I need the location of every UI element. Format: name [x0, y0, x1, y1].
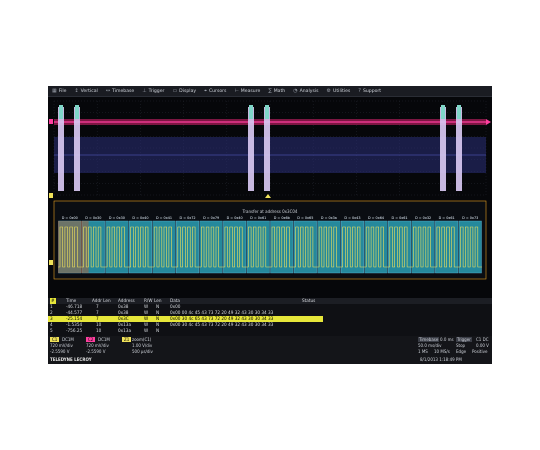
- display-icon: ▭: [172, 88, 178, 94]
- menu-bar: ▦ File ↕ Vertical ↔ Timebase ⊥ Trigger ▭ Disp…: [48, 86, 492, 97]
- decode-segment-label: D = 0x41: [156, 216, 172, 220]
- trigger-icon: ⊥: [142, 88, 147, 94]
- timebase-icon: ↔: [105, 88, 111, 94]
- status-bar: C1 DC1M 720 mV/div -2.5590 V C2 DC1M 720…: [48, 336, 492, 364]
- zoom-label[interactable]: Z1: [122, 337, 132, 342]
- transfer-burst: [264, 107, 270, 191]
- decode-segment-label: D = 0x65: [297, 216, 313, 220]
- waveform-display[interactable]: Transfer at address 0x3C04 D = 0x00 D = 0…: [48, 97, 492, 298]
- menu-file[interactable]: ▦ File: [48, 88, 70, 94]
- transfer-burst: [74, 107, 80, 191]
- decode-segment-label: D = 0x73: [462, 216, 478, 220]
- utilities-icon: ⚙: [326, 88, 331, 94]
- decode-segment-label: D = 0x61: [392, 216, 408, 220]
- ch2-label[interactable]: C2: [86, 337, 96, 342]
- decode-segment-label: D = 0x32: [415, 216, 431, 220]
- burst-cap: [441, 105, 445, 119]
- math-icon: ∑: [268, 88, 272, 94]
- transfer-burst: [440, 107, 446, 191]
- decode-table: # Time Addr Len Address R/W Len Data Sta…: [48, 298, 492, 336]
- waveform-canvas: Transfer at address 0x3C04 D = 0x00 D = 0…: [48, 97, 492, 298]
- table-row[interactable]: 5 -756.25 10 0x13a W N: [48, 328, 492, 334]
- decode-segment-label: D = 0x40: [227, 216, 243, 220]
- oscilloscope-window: ▦ File ↕ Vertical ↔ Timebase ⊥ Trigger ▭ Disp…: [48, 86, 492, 364]
- decode-segment-label: D = 0x72: [180, 216, 196, 220]
- decode-segment-label: D = 0x00: [62, 216, 78, 220]
- burst-cap: [457, 105, 461, 119]
- measure-icon: ⊢: [234, 88, 239, 94]
- burst-cap: [265, 105, 269, 119]
- menu-measure[interactable]: ⊢ Measure: [230, 88, 264, 94]
- decode-segment-label: D = 0x40: [132, 216, 148, 220]
- menu-vertical[interactable]: ↕ Vertical: [70, 88, 101, 94]
- decode-banner: Transfer at address 0x3C04: [242, 209, 298, 214]
- file-icon: ▦: [52, 88, 57, 94]
- menu-utilities[interactable]: ⚙ Utilities: [323, 88, 355, 94]
- burst-cap: [75, 105, 79, 119]
- ch1-marker-top[interactable]: [49, 193, 53, 198]
- cursors-icon: ⌖: [204, 88, 207, 94]
- menu-support[interactable]: ? Support: [354, 88, 385, 94]
- decode-segment-label: D = 0x79: [203, 216, 219, 220]
- menu-timebase[interactable]: ↔ Timebase: [102, 88, 138, 94]
- menu-display[interactable]: ▭ Display: [168, 88, 200, 94]
- decode-segment-label: D = 0x61: [250, 216, 266, 220]
- menu-analysis[interactable]: ◔ Analysis: [289, 88, 322, 94]
- datetime: 8/1/2013 1:18:49 PM: [420, 357, 462, 362]
- ch1-label[interactable]: C1: [50, 337, 60, 342]
- menu-math[interactable]: ∑ Math: [264, 88, 289, 94]
- burst-cap: [249, 105, 253, 119]
- timebase-label[interactable]: Timebase: [418, 337, 440, 342]
- decode-segment-label: D = 0x30: [85, 216, 101, 220]
- transfer-burst: [58, 107, 64, 191]
- vertical-icon: ↕: [74, 88, 79, 94]
- decode-segment-label: D = 0x61: [439, 216, 455, 220]
- transfer-burst: [456, 107, 462, 191]
- analysis-icon: ◔: [293, 88, 298, 94]
- transfer-burst: [248, 107, 254, 191]
- trigger-label[interactable]: Trigger: [456, 337, 472, 342]
- brand-logo: TELEDYNE LECROY: [50, 357, 92, 362]
- menu-cursors[interactable]: ⌖ Cursors: [200, 88, 230, 94]
- ch1-marker-bottom[interactable]: [49, 260, 53, 265]
- decode-segment-label: D = 0x30: [109, 216, 125, 220]
- burst-cap: [59, 105, 63, 119]
- decode-segment-label: D = 0x3a: [321, 216, 337, 220]
- menu-trigger[interactable]: ⊥ Trigger: [138, 88, 168, 94]
- decode-segment-label: D = 0x43: [344, 216, 360, 220]
- decode-segment-label: D = 0x6b: [274, 216, 290, 220]
- decode-segment-label: D = 0x64: [368, 216, 384, 220]
- ch2-marker[interactable]: [49, 119, 53, 124]
- support-icon: ?: [358, 88, 361, 94]
